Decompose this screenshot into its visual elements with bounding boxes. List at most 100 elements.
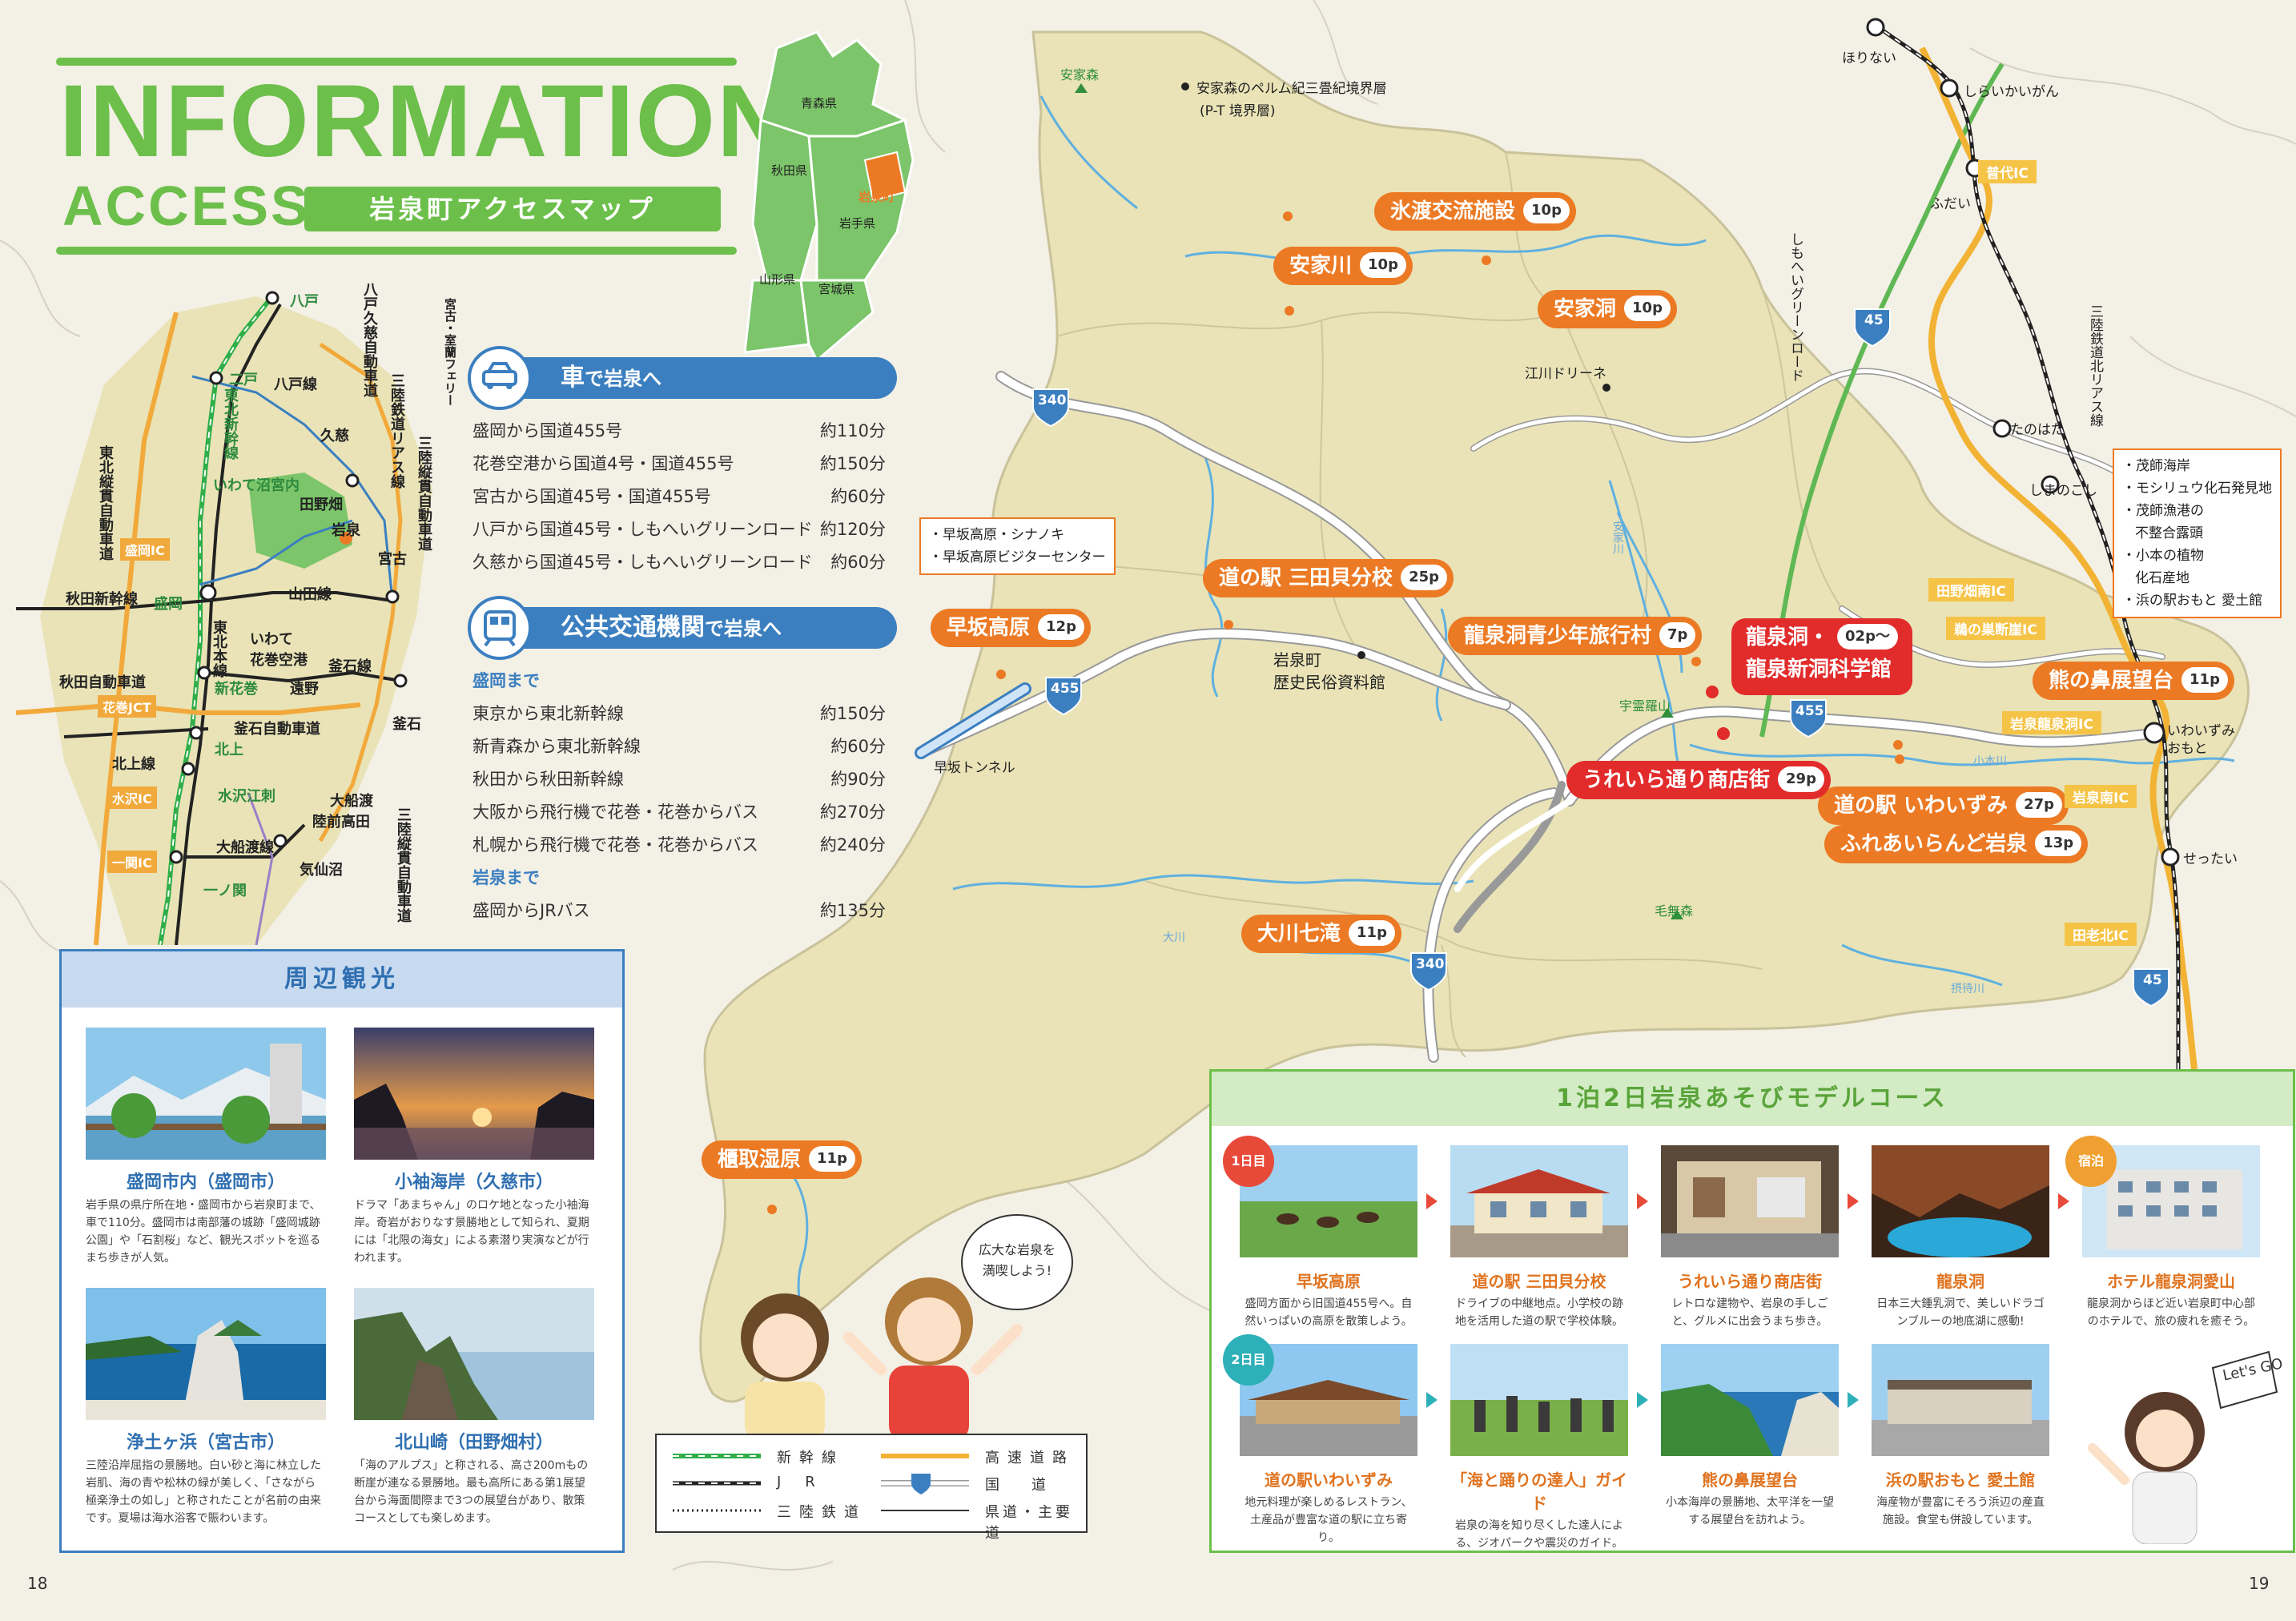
mini-station-hachinohe: 八戸: [290, 293, 319, 310]
title-bottom-bar: [56, 247, 737, 255]
label-station-settai: せったい: [2183, 851, 2238, 867]
mini-station-tono: 遠野: [290, 681, 319, 698]
spot-michinoeki-taka[interactable]: 道の駅 三田貝分校 25p: [1203, 559, 1454, 597]
spot-ureira-street[interactable]: うれいら通り商店街 29p: [1566, 761, 1831, 799]
course-arrow: [1637, 1392, 1648, 1408]
legend-jr: JR: [777, 1474, 839, 1490]
label-pt-boundary: 安家森のペルム紀三畳紀境界層: [1196, 81, 1387, 97]
pref-label-aomori: 青森県: [801, 96, 838, 111]
course-card-taka-school: 道の駅 三田貝分校 ドライブの中継地点。小学校の跡地を活用した道の駅で学校体験。: [1450, 1145, 1628, 1330]
car-route-row: 久慈から国道45号・しもへいグリーンロード 約60分: [472, 553, 886, 572]
car-icon: [468, 346, 532, 410]
sight-card-morioka: 盛岡市内（盛岡市） 岩手県の県庁所在地・盛岡市から岩泉町まで、車で110分。盛岡…: [86, 1028, 326, 1267]
mini-ic-ichinoseki: 一関IC: [107, 851, 157, 873]
pref-label-miyagi: 宮城県: [818, 282, 855, 296]
course-arrow: [1848, 1193, 1859, 1209]
mountain-akkamori: 安家森: [1060, 67, 1100, 82]
course-arrow: [1637, 1193, 1648, 1209]
page-number-right: 19: [2249, 1574, 2270, 1593]
car-route-heading: 車で岩泉へ: [481, 357, 897, 399]
car-route-row: 宮古から国道45号・国道455号 約60分: [472, 487, 886, 506]
spot-ryusendo-youth-village[interactable]: 龍泉洞青少年旅行村 7p: [1448, 617, 1703, 655]
public-route-heading-main: 公共交通機関: [561, 613, 705, 642]
spot-fureairando[interactable]: ふれあいらんど岩泉 13p: [1824, 825, 2089, 863]
car-route-row: 花巻空港から国道4号・国道455号 約150分: [472, 454, 886, 473]
mini-line-akita-shinkansen: 秋田新幹線: [66, 591, 138, 608]
mountain-urayama: 宇霊羅山: [1619, 698, 1671, 714]
public-route-heading: 公共交通機関で岩泉へ: [481, 607, 897, 649]
legend-expressway: 高速道路: [985, 1450, 1075, 1466]
ic-iwaizumi-ryusendo: 岩泉龍泉洞IC: [2002, 711, 2101, 734]
legend-shinkansen: 新幹線: [777, 1450, 844, 1466]
public-route-row: 大阪から飛行機で花巻・花巻からバス 約270分: [472, 802, 886, 822]
spot-okawa-nanataki[interactable]: 大川七滝 11p: [1241, 915, 1401, 953]
shield-455-east: 455: [1795, 703, 1824, 719]
mini-station-mizusawaesashi: 水沢江刺: [218, 788, 275, 805]
spot-hayasaka[interactable]: 早坂高原 12p: [931, 609, 1091, 647]
photo-kosode: [354, 1028, 594, 1160]
public-route-row: 盛岡からJRバス 約135分: [472, 901, 886, 920]
label-hayasaka-tunnel: 早坂トンネル: [934, 760, 1015, 776]
sightseeing-box: 周辺観光 盛岡市内（盛岡市） 岩手県の県庁所在地・盛岡市から岩泉町まで、車で11…: [59, 949, 625, 1553]
mini-station-tanohata: 田野畑: [300, 497, 343, 513]
mini-vert-hachinohe-kuji-expressway: 八戸久慈自動車道: [361, 282, 378, 397]
model-course-box: 1泊2日岩泉あそびモデルコース 早坂高原 盛岡方面から旧国道455号へ。自然いっ…: [1209, 1069, 2295, 1553]
public-route-row: 秋田から秋田新幹線 約90分: [472, 770, 886, 789]
public-route-row: 新青森から東北新幹線 約60分: [472, 737, 886, 756]
public-route-heading-rest: で岩泉へ: [705, 617, 782, 640]
spot-akkagawa[interactable]: 安家川 10p: [1273, 247, 1413, 285]
mini-station-numakunai: いわて沼宮内: [213, 477, 300, 494]
ic-tanohata-minami: 田野畑南IC: [1928, 578, 2014, 601]
mini-vert-sanriku-expressway: 三陸縦貫自動車道: [416, 436, 432, 551]
public-route-row: 札幌から飛行機で花巻・花巻からバス 約240分: [472, 835, 886, 855]
mountain-kenashimori: 毛無森: [1655, 903, 1694, 919]
mini-vert-tohoku-expressway: 東北縦貫自動車道: [97, 445, 114, 561]
river-akkagawa: 安家川: [1611, 521, 1624, 554]
mini-vert-sanriku-expressway-south: 三陸縦貫自動車道: [395, 807, 412, 923]
spot-michinoeki-iwaizumi[interactable]: 道の駅 いわいずみ 27p: [1818, 786, 2069, 825]
photo-morioka: [86, 1028, 326, 1160]
speech-bubble: 広大な岩泉を 満喫しよう!: [961, 1214, 1073, 1310]
spot-kumanohana[interactable]: 熊の鼻展望台 11p: [2033, 662, 2234, 700]
public-route-sub-iwaizumi: 岩泉まで: [472, 868, 540, 887]
page-subtitle: ACCESS: [62, 175, 311, 237]
mini-station-kitakami: 北上: [215, 742, 243, 758]
car-route-row: 八戸から国道45号・しもへいグリーンロード 約120分: [472, 520, 886, 539]
mini-station-shinhanamaki: 新花巻: [215, 681, 258, 698]
course-arrow: [1426, 1193, 1438, 1209]
model-course-heading: 1泊2日岩泉あそびモデルコース: [1212, 1072, 2293, 1126]
course-card-guide: 「海と踊りの達人」ガイド 岩泉の海を知り尽くした達人による、ジオパークや震災のガ…: [1450, 1344, 1628, 1552]
spot-ryusendo[interactable]: 龍泉洞・ 02p～ 龍泉新洞科学館: [1731, 618, 1912, 695]
mini-akita-expressway: 秋田自動車道: [59, 674, 146, 691]
mini-vert-sanriku-rias: 三陸鉄道リアス線: [388, 373, 405, 489]
spot-hiwatari[interactable]: 氷渡交流施設 10p: [1374, 192, 1576, 231]
spot-hitsutori[interactable]: 櫃取湿原 11p: [702, 1140, 862, 1179]
label-station-shiraikaigan: しらいかいがん: [1964, 84, 2059, 100]
label-station-tanohata: たのはた: [2010, 422, 2065, 438]
shield-340-south: 340: [1416, 956, 1445, 972]
label-station-fudai: ふだい: [1930, 196, 1971, 212]
mini-line-hachinohe: 八戸線: [274, 376, 317, 393]
mini-kamaishi-expressway: 釜石自動車道: [234, 721, 320, 738]
mini-line-ofunato: 大船渡線: [216, 839, 274, 856]
mini-station-rikuzentakata: 陸前高田: [312, 814, 370, 831]
mini-jct-hanamaki: 花巻JCT: [98, 695, 156, 718]
legend-prefectural-road: 県道・主要道: [985, 1504, 1073, 1542]
ic-taro-kita: 田老北IC: [2065, 923, 2137, 946]
sight-card-jodogahama: 浄土ヶ浜（宮古市） 三陸沿岸屈指の景勝地。白い砂と海に林立した岩肌、海の青や松林…: [86, 1288, 326, 1527]
spot-akkado[interactable]: 安家洞 10p: [1538, 290, 1677, 328]
course-arrow: [2058, 1193, 2069, 1209]
car-route-heading-main: 車: [561, 364, 585, 392]
label-history-museum: 歴史民俗資料館: [1273, 673, 1385, 692]
mini-station-iwaizumi: 岩泉: [332, 522, 360, 539]
label-pt-boundary-sub: (P-T 境界層): [1200, 103, 1276, 119]
page-number-left: 18: [27, 1574, 48, 1593]
public-route-table: 盛岡まで 東京から東北新幹線 約150分 新青森から東北新幹線 約60分 秋田から秋…: [472, 665, 886, 927]
sight-card-kitayamazaki: 北山崎（田野畑村） 「海のアルプス」と称される、高さ200mもの断崖が連なる景勝…: [354, 1288, 594, 1527]
mini-ic-morioka: 盛岡IC: [120, 538, 170, 561]
mini-station-miyako: 宮古: [378, 551, 407, 568]
label-station-omoto: おもと: [2167, 741, 2208, 757]
photo-jodogahama: [86, 1288, 326, 1420]
mini-vert-tohoku-shinkansen: 東北新幹線: [222, 388, 239, 460]
sightseeing-heading: 周辺観光: [62, 951, 622, 1008]
